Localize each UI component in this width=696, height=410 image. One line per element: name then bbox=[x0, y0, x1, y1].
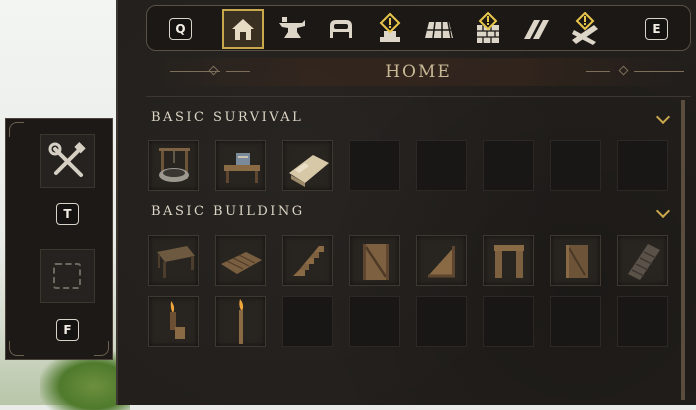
page-title: HOME bbox=[385, 62, 452, 82]
anvil-icon bbox=[279, 17, 305, 38]
empty-slot bbox=[617, 296, 668, 347]
tab-furniture[interactable] bbox=[320, 9, 362, 49]
brick-wall-icon bbox=[477, 12, 499, 43]
recipe-slot-bedroll[interactable] bbox=[282, 140, 333, 191]
workbench-icon bbox=[224, 153, 260, 183]
chevron-down-icon[interactable] bbox=[655, 109, 671, 125]
recipe-slot-wall-torch[interactable] bbox=[148, 296, 199, 347]
tab-home[interactable] bbox=[222, 9, 264, 49]
recipe-slot-well[interactable] bbox=[148, 140, 199, 191]
quick-slot-tools[interactable] bbox=[40, 134, 95, 188]
wooden-floor-icon bbox=[221, 252, 262, 274]
empty-slot bbox=[349, 296, 400, 347]
recipe-slot-wooden-stairs[interactable] bbox=[282, 235, 333, 286]
empty-slot bbox=[349, 140, 400, 191]
prev-category-key[interactable]: Q bbox=[169, 18, 192, 40]
section-header-basic-survival[interactable]: BASIC SURVIVAL bbox=[151, 110, 303, 125]
bed-icon bbox=[330, 20, 352, 38]
next-category-key[interactable]: E bbox=[645, 18, 668, 40]
recipe-slot-workbench[interactable] bbox=[215, 140, 266, 191]
empty-slot bbox=[483, 140, 534, 191]
building-menu-panel: Q E HOME BASIC SURVIVAL BASIC BUILDING bbox=[116, 0, 696, 405]
floor-tiles-icon bbox=[425, 21, 453, 39]
chevron-down-icon[interactable] bbox=[655, 203, 671, 219]
empty-slot bbox=[550, 140, 601, 191]
recipe-slot-wooden-floor[interactable] bbox=[215, 235, 266, 286]
category-bar: Q E bbox=[146, 5, 691, 51]
corner-ornament bbox=[94, 341, 109, 356]
tab-walls[interactable] bbox=[467, 9, 509, 49]
recipe-slot-wooden-doorframe[interactable] bbox=[483, 235, 534, 286]
tab-floors[interactable] bbox=[418, 9, 460, 49]
tab-materials[interactable] bbox=[565, 9, 607, 49]
corner-ornament bbox=[9, 122, 24, 137]
quick-slot-empty[interactable] bbox=[40, 249, 95, 303]
wooden-triangle-wall-icon bbox=[428, 246, 455, 278]
house-icon bbox=[232, 19, 254, 40]
wooden-roof-icon bbox=[628, 244, 660, 280]
recipe-slot-wooden-table[interactable] bbox=[148, 235, 199, 286]
recipe-slot-wooden-triangle-wall[interactable] bbox=[416, 235, 467, 286]
wooden-doorframe-icon bbox=[494, 245, 524, 278]
empty-slot bbox=[282, 296, 333, 347]
wooden-stairs-icon bbox=[293, 246, 324, 276]
bedroll-icon bbox=[289, 155, 329, 187]
wall-torch-icon bbox=[170, 301, 185, 339]
well-icon bbox=[159, 148, 190, 182]
recipe-slot-wooden-roof[interactable] bbox=[617, 235, 668, 286]
recipe-slot-wooden-wall[interactable] bbox=[349, 235, 400, 286]
recipe-slot-wooden-door[interactable] bbox=[550, 235, 601, 286]
planks-icon bbox=[572, 12, 598, 45]
tab-roofs[interactable] bbox=[516, 9, 558, 49]
hotkey-f: F bbox=[56, 319, 79, 341]
empty-slot bbox=[416, 140, 467, 191]
wooden-door-icon bbox=[566, 245, 588, 278]
tab-crafting-stations[interactable] bbox=[271, 9, 313, 49]
scrollbar[interactable] bbox=[681, 100, 685, 400]
empty-slot bbox=[416, 296, 467, 347]
section-header-basic-building[interactable]: BASIC BUILDING bbox=[151, 204, 305, 219]
hotkey-t: T bbox=[56, 203, 79, 225]
empty-slot bbox=[550, 296, 601, 347]
wooden-table-icon bbox=[157, 246, 195, 278]
title-ornament-right bbox=[634, 71, 684, 72]
title-banner: HOME bbox=[146, 58, 691, 86]
beacon-icon bbox=[379, 12, 401, 42]
wooden-wall-icon bbox=[363, 244, 389, 280]
quick-access-panel: T F bbox=[5, 118, 113, 360]
recipe-slot-standing-torch[interactable] bbox=[215, 296, 266, 347]
tools-icon bbox=[48, 142, 86, 177]
corner-ornament bbox=[9, 341, 24, 356]
divider bbox=[146, 96, 691, 97]
title-ornament-right bbox=[586, 71, 610, 72]
empty-slot bbox=[617, 140, 668, 191]
standing-torch-icon bbox=[239, 299, 244, 344]
empty-slot bbox=[483, 296, 534, 347]
tab-utility[interactable] bbox=[369, 9, 411, 49]
roof-icon bbox=[524, 20, 549, 39]
